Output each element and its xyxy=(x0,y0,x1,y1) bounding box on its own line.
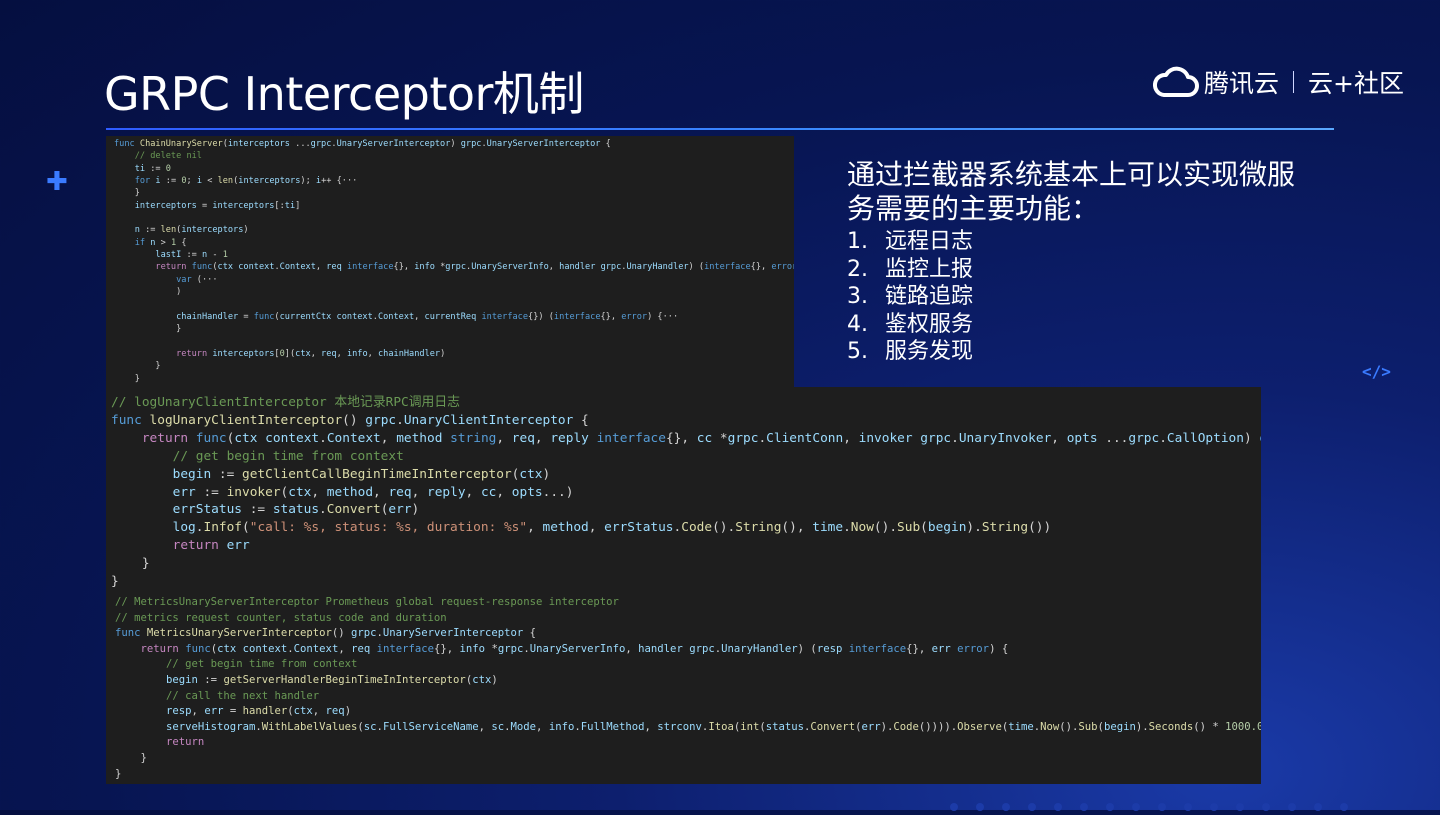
code-line: errStatus := status.Convert(err) xyxy=(172,502,420,518)
code-line: begin := getServerHandlerBeginTimeInInte… xyxy=(166,673,498,686)
code-line: if n > 1 { xyxy=(134,237,187,248)
code-line: for i := 0; i < len(interceptors); i++ {… xyxy=(134,176,358,187)
community-name: 云+社区 xyxy=(1308,69,1404,98)
code-line: ti := 0 xyxy=(134,163,171,174)
code-line: return func(ctx context.Context, req int… xyxy=(140,642,1009,655)
code-block-metrics-server-interceptor: // MetricsUnaryServerInterceptor Prometh… xyxy=(106,595,1261,784)
brand-logo: 腾讯云 云+社区 xyxy=(1152,64,1404,100)
code-line: var (··· xyxy=(176,274,218,285)
code-line: } xyxy=(115,751,147,764)
code-line: serveHistogram.WithLabelValues(sc.FullSe… xyxy=(166,720,1261,733)
brand-name: 腾讯云 xyxy=(1204,69,1280,98)
code-line: n := len(interceptors) xyxy=(134,225,249,236)
feature-item: 4. 鉴权服务 xyxy=(847,311,974,337)
feature-item: 2. 监控上报 xyxy=(847,256,974,282)
code-line: resp, err = handler(ctx, req) xyxy=(166,705,352,718)
code-line: lastI := n - 1 xyxy=(155,250,228,261)
code-line: func ChainUnaryServer(interceptors ...gr… xyxy=(114,139,611,149)
logo-separator xyxy=(1293,71,1295,93)
code-line: // MetricsUnaryServerInterceptor Prometh… xyxy=(115,596,619,608)
code-block-chain-unary-server: func ChainUnaryServer(interceptors ...gr… xyxy=(106,136,794,388)
code-line: } xyxy=(114,188,140,199)
code-line: // call the next handler xyxy=(166,689,320,702)
code-line: err := invoker(ctx, method, req, reply, … xyxy=(172,484,574,500)
code-line: func logUnaryClientInterceptor() grpc.Un… xyxy=(111,412,589,428)
decorative-dots xyxy=(950,796,1366,815)
code-line: } xyxy=(114,361,161,372)
tencent-cloud-logo-icon xyxy=(1153,66,1199,97)
feature-item: 3. 链路追踪 xyxy=(847,284,974,309)
code-line: // logUnaryClientInterceptor 本地记录RPC调用日志 xyxy=(111,395,460,410)
code-line: interceptors = interceptors[:ti] xyxy=(134,200,301,211)
code-line: ) xyxy=(114,287,182,298)
code-line: return interceptors[0](ctx, req, info, c… xyxy=(176,348,446,359)
code-line: } xyxy=(111,574,119,590)
code-block-log-client-interceptor: // logUnaryClientInterceptor 本地记录RPC调用日志… xyxy=(106,387,1261,595)
feature-item: 1. 远程日志 xyxy=(847,229,974,254)
code-line: // get begin time from context xyxy=(172,448,404,464)
feature-list: 通过拦截器系统基本上可以实现微服务需要的主要功能： 1. 远程日志 2. 监控上报 … xyxy=(847,158,1317,366)
code-tag-icon: </> xyxy=(1362,362,1391,381)
code-line: func MetricsUnaryServerInterceptor() grp… xyxy=(115,627,537,640)
code-line: return xyxy=(166,736,205,749)
code-line: // metrics request counter, status code … xyxy=(115,611,447,624)
code-line: } xyxy=(111,556,150,572)
feature-items: 1. 远程日志 2. 监控上报 3. 链路追踪 4. 鉴权服务 5. 服务发现 xyxy=(847,228,1317,366)
code-line: } xyxy=(115,767,122,780)
code-line: return func(ctx context.Context, req int… xyxy=(155,262,794,273)
slide-title: GRPC Interceptor机制 xyxy=(104,67,584,121)
code-line: } xyxy=(114,373,140,384)
code-line: // delete nil xyxy=(134,151,202,162)
code-line: log.Infof("call: %s, status: %s, duratio… xyxy=(172,520,1052,536)
code-line: } xyxy=(114,324,182,335)
code-line: chainHandler = func(currentCtx context.C… xyxy=(176,311,679,322)
feature-list-lead: 通过拦截器系统基本上可以实现微服务需要的主要功能： xyxy=(847,158,1296,225)
code-line: // get begin time from context xyxy=(166,658,358,671)
plus-icon: ✚ xyxy=(46,167,68,197)
code-line: return func(ctx context.Context, method … xyxy=(141,430,1261,446)
feature-item: 5. 服务发现 xyxy=(847,339,974,364)
code-line: return err xyxy=(172,538,250,554)
code-line: begin := getClientCallBeginTimeInInterce… xyxy=(172,466,551,482)
title-underline xyxy=(106,128,1334,130)
